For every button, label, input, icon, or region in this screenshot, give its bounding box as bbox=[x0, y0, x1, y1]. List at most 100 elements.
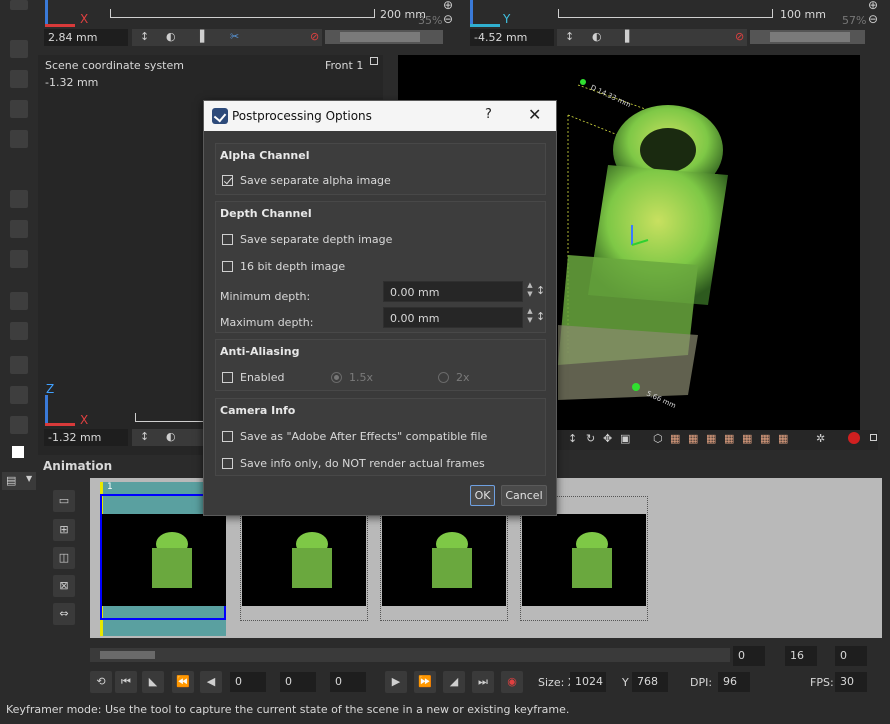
tool-button[interactable] bbox=[10, 250, 28, 268]
min-depth-spinner[interactable]: ▲ ▼ bbox=[525, 281, 535, 302]
position-field[interactable]: -1.32 mm bbox=[44, 429, 128, 446]
position-field[interactable]: 2.84 mm bbox=[44, 29, 128, 46]
animation-menu-button[interactable]: ▤ ▼ bbox=[2, 472, 36, 490]
scrollbar-thumb[interactable] bbox=[100, 651, 155, 659]
size-x-field[interactable]: 1024 bbox=[570, 672, 606, 692]
info-only-option[interactable]: Save info only, do NOT render actual fra… bbox=[222, 455, 485, 471]
keyframe-thumbnail[interactable] bbox=[522, 514, 646, 606]
tool-button[interactable] bbox=[10, 220, 28, 238]
current-minute-field[interactable]: 0 bbox=[330, 672, 366, 692]
tool-button[interactable] bbox=[10, 40, 28, 58]
first-frame-icon[interactable]: ⏮ bbox=[115, 671, 137, 693]
aa-option-2[interactable]: 2x bbox=[438, 369, 470, 385]
aa-radio-1[interactable] bbox=[331, 371, 342, 383]
contrast-icon[interactable]: ◐ bbox=[166, 30, 176, 43]
help-button[interactable]: ? bbox=[485, 107, 492, 122]
maximize-icon[interactable] bbox=[370, 57, 378, 65]
move-icon[interactable]: ✥ bbox=[603, 432, 612, 445]
position-field[interactable]: -4.52 mm bbox=[470, 29, 554, 46]
tool-button[interactable] bbox=[10, 190, 28, 208]
aa-enabled-checkbox[interactable] bbox=[222, 371, 233, 383]
current-frame-field[interactable]: 0 bbox=[230, 672, 266, 692]
zoom-out-icon[interactable]: ⊖ bbox=[868, 12, 878, 26]
gradient-icon[interactable]: ▌ bbox=[200, 30, 208, 43]
next-keyframe-icon[interactable]: ⏩ bbox=[414, 671, 436, 693]
spin-icon[interactable]: ↕ bbox=[536, 310, 545, 323]
keyframe-stretch-icon[interactable]: ⇔ bbox=[53, 603, 75, 625]
dpi-field[interactable]: 96 bbox=[718, 672, 750, 692]
contrast-icon[interactable]: ◐ bbox=[592, 30, 602, 43]
pen-icon[interactable] bbox=[10, 386, 28, 404]
cube-icon[interactable]: ▦ bbox=[778, 432, 788, 445]
ok-button[interactable]: OK bbox=[470, 485, 495, 506]
spin-icon[interactable]: ↕ bbox=[140, 430, 149, 443]
aa-enabled-option[interactable]: Enabled bbox=[222, 369, 284, 385]
range-end-field[interactable]: 16 bbox=[785, 646, 817, 666]
spin-icon[interactable]: ↕ bbox=[140, 30, 149, 43]
bit16-checkbox[interactable] bbox=[222, 260, 233, 272]
last-frame-icon[interactable]: ⏭ bbox=[472, 671, 494, 693]
set-end-icon[interactable]: ◢ bbox=[443, 671, 465, 693]
tool-button[interactable] bbox=[10, 70, 28, 88]
spin-icon[interactable]: ↕ bbox=[565, 30, 574, 43]
contrast-icon[interactable]: ◐ bbox=[166, 430, 176, 443]
spin-icon[interactable]: ↕ bbox=[536, 284, 545, 297]
gradient-icon[interactable]: ▌ bbox=[625, 30, 633, 43]
brush-icon[interactable] bbox=[10, 356, 28, 374]
current-second-field[interactable]: 0 bbox=[280, 672, 316, 692]
range-start-field[interactable]: 0 bbox=[733, 646, 765, 666]
keyframe-add-icon[interactable]: ⊞ bbox=[53, 519, 75, 541]
aa-radio-2[interactable] bbox=[438, 371, 449, 383]
play-icon[interactable]: ▶ bbox=[385, 671, 407, 693]
dialog-titlebar[interactable]: Postprocessing Options ? ✕ bbox=[204, 101, 556, 131]
timeline-scrollbar[interactable] bbox=[90, 648, 730, 662]
save-alpha-option[interactable]: Save separate alpha image bbox=[222, 172, 391, 188]
slider-handle[interactable] bbox=[340, 32, 420, 42]
zoom-in-icon[interactable]: ⊕ bbox=[868, 0, 878, 12]
size-y-field[interactable]: 768 bbox=[632, 672, 668, 692]
tool-button[interactable] bbox=[10, 100, 28, 118]
tool-button[interactable] bbox=[10, 0, 28, 10]
keyframe-thumbnail[interactable] bbox=[242, 514, 366, 606]
cube-icon[interactable]: ▦ bbox=[688, 432, 698, 445]
keyframe-split-icon[interactable]: ◫ bbox=[53, 547, 75, 569]
cancel-button[interactable]: Cancel bbox=[501, 485, 547, 506]
zoom-out-icon[interactable]: ⊖ bbox=[443, 12, 453, 26]
keyframe-tool-icon[interactable]: ▭ bbox=[53, 490, 75, 512]
ae-option[interactable]: Save as "Adobe After Effects" compatible… bbox=[222, 428, 487, 444]
tool-button[interactable] bbox=[10, 322, 28, 340]
prev-keyframe-icon[interactable]: ⏪ bbox=[172, 671, 194, 693]
color-swatch[interactable] bbox=[12, 446, 24, 458]
range-offset-field[interactable]: 0 bbox=[835, 646, 867, 666]
settings-icon[interactable]: ✲ bbox=[816, 432, 825, 445]
tool-button[interactable] bbox=[10, 292, 28, 310]
max-depth-spinner[interactable]: ▲ ▼ bbox=[525, 307, 535, 328]
fps-field[interactable]: 30 bbox=[835, 672, 867, 692]
maximize-icon[interactable] bbox=[870, 434, 877, 441]
transform-icon[interactable]: ↕ bbox=[568, 432, 577, 445]
record-icon[interactable]: ◉ bbox=[501, 671, 523, 693]
max-depth-field[interactable]: 0.00 mm bbox=[383, 307, 523, 328]
info-only-checkbox[interactable] bbox=[222, 457, 233, 469]
loop-icon[interactable]: ⟲ bbox=[90, 671, 112, 693]
keyframe-thumbnail[interactable] bbox=[102, 514, 226, 606]
save-depth-checkbox[interactable] bbox=[222, 233, 233, 245]
view-cube-icon[interactable]: ▣ bbox=[620, 432, 630, 445]
ae-checkbox[interactable] bbox=[222, 430, 233, 442]
cube-icon[interactable]: ▦ bbox=[760, 432, 770, 445]
aa-option-1[interactable]: 1.5x bbox=[331, 369, 373, 385]
slider-handle[interactable] bbox=[770, 32, 850, 42]
bit16-option[interactable]: 16 bit depth image bbox=[222, 258, 345, 274]
tool-button[interactable] bbox=[10, 130, 28, 148]
cube-icon[interactable]: ▦ bbox=[706, 432, 716, 445]
save-depth-option[interactable]: Save separate depth image bbox=[222, 231, 392, 247]
clip-icon[interactable]: ⊘ bbox=[735, 30, 744, 43]
cube-icon[interactable]: ▦ bbox=[724, 432, 734, 445]
step-back-icon[interactable]: ◀ bbox=[200, 671, 222, 693]
close-icon[interactable]: ✕ bbox=[528, 105, 541, 124]
set-start-icon[interactable]: ◣ bbox=[142, 671, 164, 693]
min-depth-field[interactable]: 0.00 mm bbox=[383, 281, 523, 302]
cube-icon[interactable]: ▦ bbox=[670, 432, 680, 445]
keyframe-thumbnail[interactable] bbox=[382, 514, 506, 606]
keyframe-delete-icon[interactable]: ⊠ bbox=[53, 575, 75, 597]
